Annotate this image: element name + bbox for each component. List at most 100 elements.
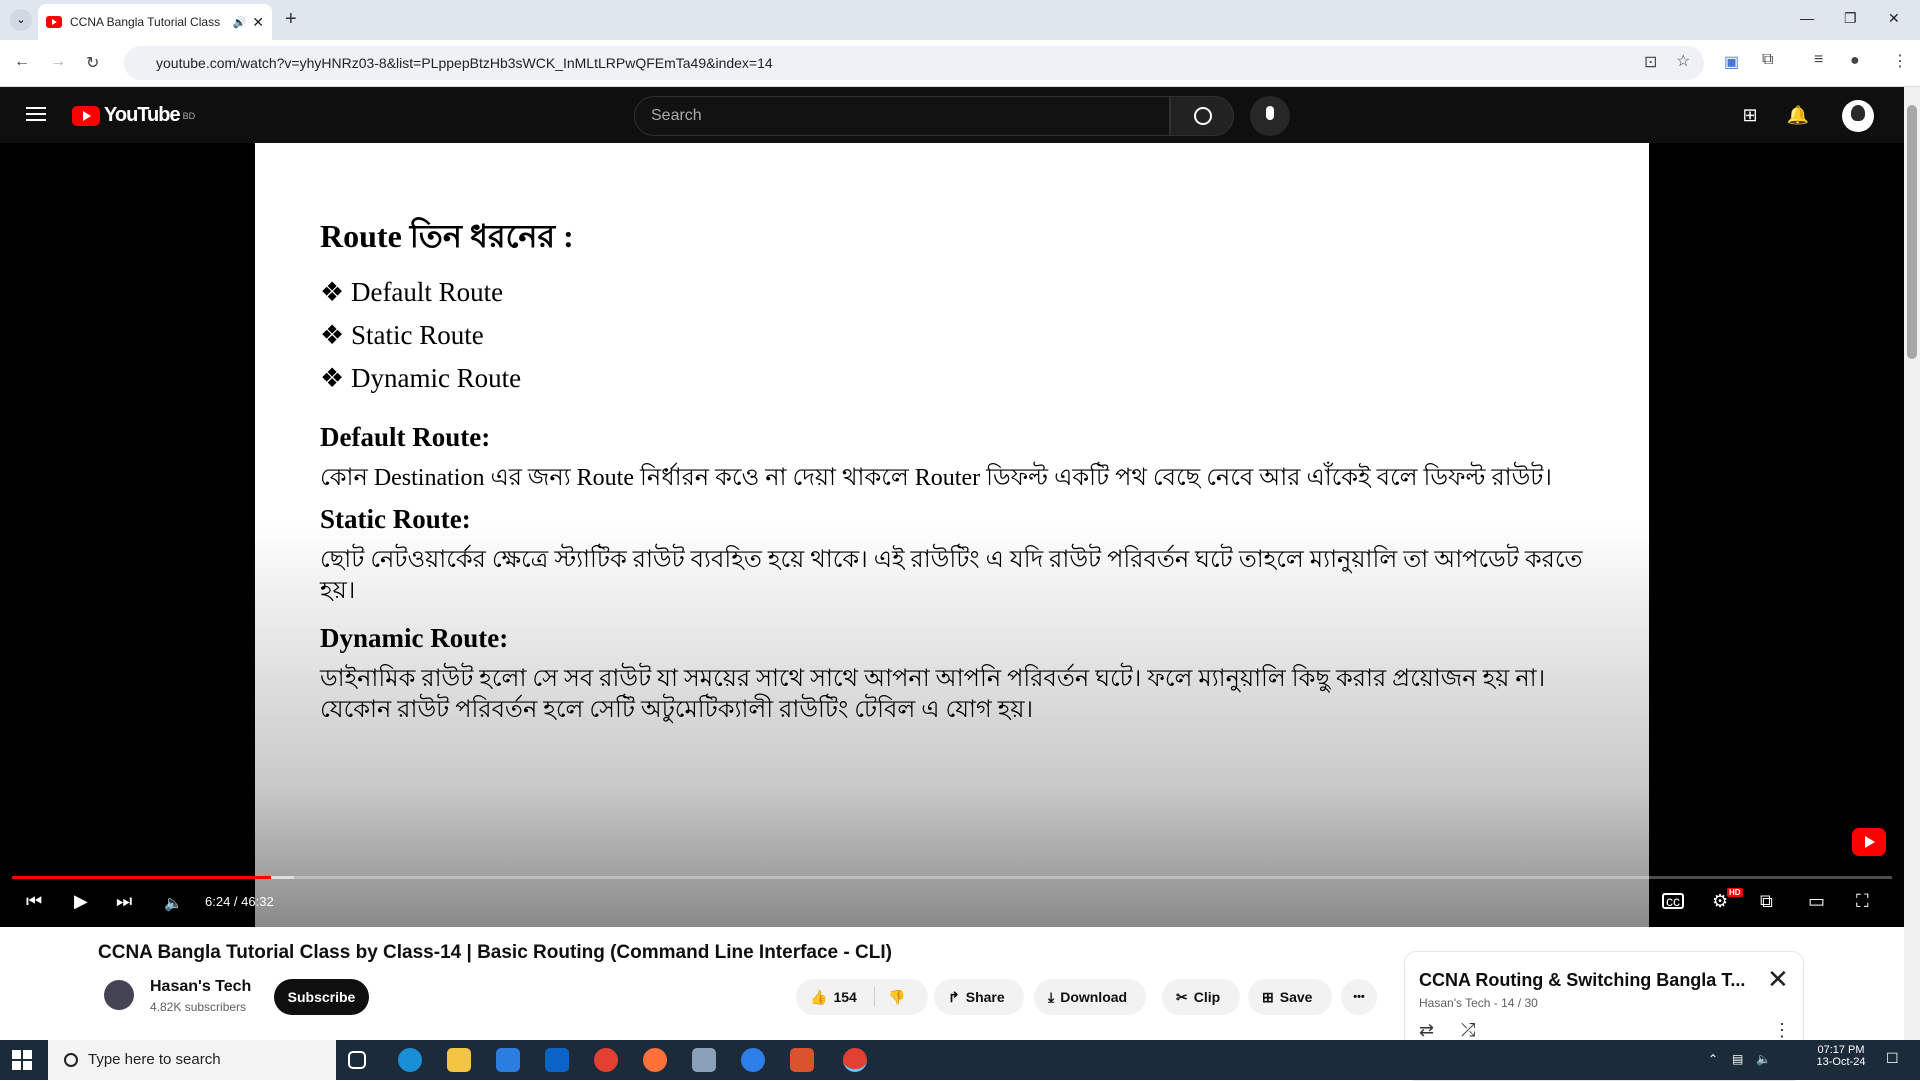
previous-icon[interactable]: ⏮ xyxy=(26,891,42,915)
loop-icon[interactable]: ⇄ xyxy=(1419,1020,1434,1041)
edge-browser-icon[interactable] xyxy=(398,1048,422,1072)
app-icon[interactable] xyxy=(790,1048,814,1072)
page-scrollbar[interactable] xyxy=(1904,87,1920,1040)
country-code: BD xyxy=(182,110,196,121)
playlist-title[interactable]: CCNA Routing & Switching Bangla T... xyxy=(1419,970,1745,991)
save-icon: ⊞ xyxy=(1262,989,1274,1005)
search-input[interactable]: Search xyxy=(634,96,1170,136)
profile-icon[interactable]: ● xyxy=(1850,52,1860,70)
media-control-icon[interactable]: ≡ xyxy=(1814,51,1823,69)
tray-chevron-icon[interactable]: ⌃ xyxy=(1708,1052,1718,1066)
voice-search-icon[interactable] xyxy=(1250,96,1290,136)
translate-icon[interactable]: ▣ xyxy=(1724,52,1739,72)
theater-mode-icon[interactable]: ▭ xyxy=(1808,891,1825,915)
create-icon[interactable]: ⊞ xyxy=(1738,105,1762,129)
app-icon[interactable] xyxy=(692,1048,716,1072)
taskbar-search-input[interactable]: Type here to search xyxy=(48,1040,336,1080)
youtube-logo[interactable]: YouTube BD xyxy=(72,104,195,127)
more-actions-button[interactable]: ••• xyxy=(1341,979,1377,1015)
video-title: CCNA Bangla Tutorial Class by Class-14 |… xyxy=(98,942,892,963)
share-button[interactable]: ↱ Share xyxy=(934,979,1024,1015)
played-bar xyxy=(12,876,271,879)
chrome-icon[interactable] xyxy=(594,1048,618,1072)
close-icon[interactable]: ✕ xyxy=(1767,964,1789,995)
like-icon[interactable]: 👍 xyxy=(810,979,827,1015)
clip-button[interactable]: ✂ Clip xyxy=(1162,979,1240,1015)
scrollbar-thumb[interactable] xyxy=(1907,105,1917,359)
logo-text: YouTube xyxy=(104,104,181,126)
next-icon[interactable]: ⏭ xyxy=(116,891,132,915)
windows-taskbar: Type here to search ⌃ ▤ 🔈 07:17 PM 13-Oc… xyxy=(0,1040,1920,1080)
back-icon[interactable]: ← xyxy=(14,53,30,71)
volume-icon[interactable]: 🔈 xyxy=(164,894,183,918)
youtube-play-icon xyxy=(72,105,100,126)
player-controls: ⏮ ▶ ⏭ 🔈 6:24 / 46:32 cc ⚙ HD ⧉ ▭ ⛶ xyxy=(0,143,1904,927)
playlist-menu-icon[interactable]: ⋮ xyxy=(1773,1020,1791,1041)
search-button[interactable] xyxy=(1170,96,1234,136)
download-icon: ⤓ xyxy=(1048,989,1055,1005)
tab-search-button[interactable]: ⌄ xyxy=(10,9,32,31)
download-button[interactable]: ⤓ Download xyxy=(1034,979,1146,1015)
scissors-icon: ✂ xyxy=(1176,989,1188,1005)
forward-icon[interactable]: → xyxy=(50,53,66,71)
channel-watermark-icon[interactable] xyxy=(1852,828,1886,856)
clip-label: Clip xyxy=(1193,989,1221,1005)
chrome-menu-icon[interactable]: ⋮ xyxy=(1892,51,1908,71)
subscriber-count: 4.82K subscribers xyxy=(150,1000,247,1014)
network-icon[interactable]: ▤ xyxy=(1732,1052,1743,1066)
captions-icon[interactable]: cc xyxy=(1662,893,1684,909)
browser-tab[interactable]: CCNA Bangla Tutorial Class 🔊 ✕ xyxy=(38,4,272,40)
bookmark-star-icon[interactable]: ☆ xyxy=(1676,51,1690,71)
avatar[interactable] xyxy=(1842,100,1874,132)
tab-title: CCNA Bangla Tutorial Class xyxy=(70,15,221,29)
time-display: 6:24 / 46:32 xyxy=(205,894,274,909)
download-label: Download xyxy=(1060,989,1128,1005)
install-app-icon[interactable]: ⊡ xyxy=(1644,52,1657,72)
channel-avatar[interactable] xyxy=(104,980,134,1010)
menu-icon[interactable] xyxy=(26,107,46,121)
like-count[interactable]: 154 xyxy=(833,989,856,1005)
notifications-bell-icon[interactable]: 🔔 xyxy=(1786,105,1810,129)
minimize-icon[interactable]: — xyxy=(1800,10,1814,26)
save-label: Save xyxy=(1279,989,1313,1005)
browser-tab-strip: ⌄ CCNA Bangla Tutorial Class 🔊 ✕ + — ❐ ✕ xyxy=(0,0,1920,40)
windows-start-icon[interactable] xyxy=(12,1050,32,1070)
divider xyxy=(874,987,875,1007)
tab-close-icon[interactable]: ✕ xyxy=(252,14,264,31)
share-label: Share xyxy=(965,989,1005,1005)
fullscreen-icon[interactable]: ⛶ xyxy=(1856,891,1869,915)
clock-date: 13-Oct-24 xyxy=(1816,1056,1866,1068)
notification-center-icon[interactable]: ☐ xyxy=(1886,1050,1899,1067)
shuffle-icon[interactable]: ⤮ xyxy=(1461,1020,1475,1041)
extensions-icon[interactable]: ⧉ xyxy=(1762,51,1773,69)
clock-time: 07:17 PM xyxy=(1817,1044,1865,1056)
chrome-active-icon[interactable] xyxy=(843,1048,867,1072)
tab-audio-icon[interactable]: 🔊 xyxy=(233,16,247,29)
playlist-subtitle: Hasan's Tech - 14 / 30 xyxy=(1419,996,1538,1010)
reload-icon[interactable]: ↻ xyxy=(86,53,99,73)
play-icon[interactable]: ▶ xyxy=(74,891,88,915)
file-explorer-icon[interactable] xyxy=(447,1048,471,1072)
task-view-icon[interactable] xyxy=(348,1051,366,1069)
channel-name[interactable]: Hasan's Tech xyxy=(150,978,251,996)
miniplayer-icon[interactable]: ⧉ xyxy=(1760,891,1773,915)
dislike-icon[interactable]: 👎 xyxy=(888,979,905,1015)
hd-badge: HD xyxy=(1727,888,1743,897)
outlook-icon[interactable] xyxy=(545,1048,569,1072)
share-icon: ↱ xyxy=(948,989,960,1005)
restore-icon[interactable]: ❐ xyxy=(1844,10,1857,27)
save-button[interactable]: ⊞ Save xyxy=(1248,979,1332,1015)
store-icon[interactable] xyxy=(496,1048,520,1072)
subscribe-button[interactable]: Subscribe xyxy=(274,979,369,1015)
browser-toolbar: ← → ↻ youtube.com/watch?v=yhyHNRz03-8&li… xyxy=(0,40,1920,87)
address-bar[interactable]: youtube.com/watch?v=yhyHNRz03-8&list=PLp… xyxy=(124,46,1704,80)
progress-bar[interactable] xyxy=(12,876,1892,879)
video-player[interactable]: Route তিন ধরনের : ❖ Default Route ❖ Stat… xyxy=(0,143,1904,927)
firefox-icon[interactable] xyxy=(643,1048,667,1072)
app-icon[interactable] xyxy=(741,1048,765,1072)
volume-tray-icon[interactable]: 🔈 xyxy=(1756,1052,1771,1066)
new-tab-button[interactable]: + xyxy=(285,8,297,31)
settings-gear-icon[interactable]: ⚙ xyxy=(1712,891,1728,915)
window-close-icon[interactable]: ✕ xyxy=(1888,10,1900,27)
clock[interactable]: 07:17 PM 13-Oct-24 xyxy=(1806,1044,1876,1068)
